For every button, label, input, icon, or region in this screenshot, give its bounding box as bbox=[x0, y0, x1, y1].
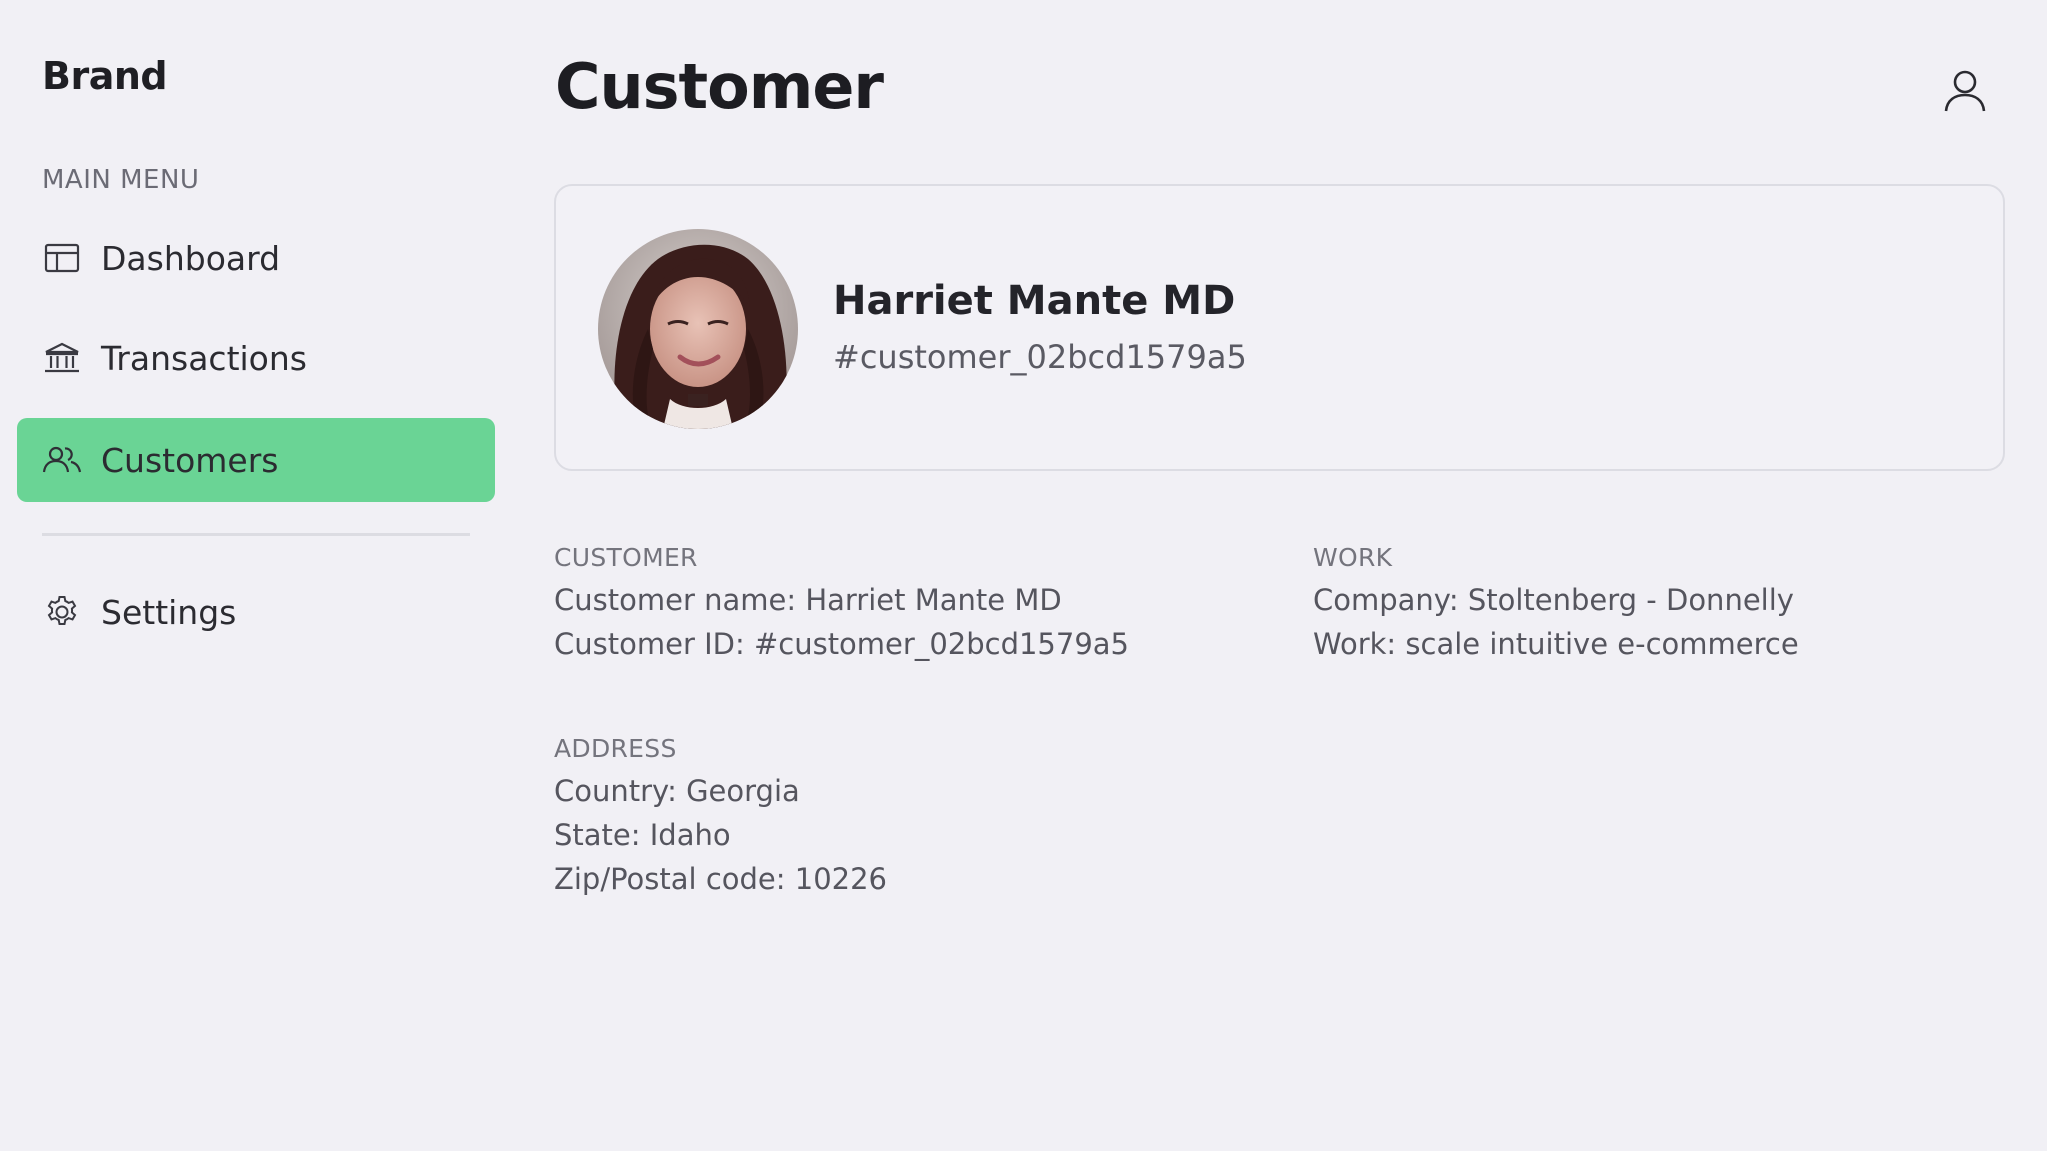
profile-card: Harriet Mante MD #customer_02bcd1579a5 bbox=[554, 184, 2005, 471]
sidebar-divider bbox=[42, 533, 470, 536]
dashboard-icon bbox=[42, 238, 82, 278]
users-icon bbox=[42, 440, 82, 480]
company-line: Company: Stoltenberg - Donnelly bbox=[1313, 583, 1794, 617]
sidebar-item-label: Settings bbox=[101, 592, 237, 632]
customer-avatar bbox=[598, 229, 798, 429]
user-icon[interactable] bbox=[1942, 68, 1988, 114]
sidebar-item-customers[interactable]: Customers bbox=[17, 418, 495, 502]
section-heading: ADDRESS bbox=[554, 734, 677, 763]
sidebar-item-transactions[interactable]: Transactions bbox=[17, 316, 495, 400]
sidebar-item-dashboard[interactable]: Dashboard bbox=[17, 216, 495, 300]
brand-logo[interactable]: Brand bbox=[42, 54, 168, 98]
sidebar-item-label: Transactions bbox=[101, 338, 307, 378]
state-line: State: Idaho bbox=[554, 818, 731, 852]
sidebar: Brand MAIN MENU Dashboard Transactions C… bbox=[0, 0, 520, 1151]
sidebar-item-label: Customers bbox=[101, 440, 279, 480]
customer-name-line: Customer name: Harriet Mante MD bbox=[554, 583, 1062, 617]
gear-icon bbox=[42, 592, 82, 632]
customer-id-line: Customer ID: #customer_02bcd1579a5 bbox=[554, 627, 1130, 661]
customer-id: #customer_02bcd1579a5 bbox=[833, 338, 1247, 376]
main-menu-heading: MAIN MENU bbox=[42, 165, 200, 195]
section-heading: CUSTOMER bbox=[554, 543, 698, 572]
work-line: Work: scale intuitive e-commerce bbox=[1313, 627, 1799, 661]
section-heading: WORK bbox=[1313, 543, 1393, 572]
work-details-section: WORK Company: Stoltenberg - Donnelly Wor… bbox=[1313, 543, 1799, 666]
customer-details-section: CUSTOMER Customer name: Harriet Mante MD… bbox=[554, 543, 1129, 666]
zip-line: Zip/Postal code: 10226 bbox=[554, 862, 888, 896]
address-details-section: ADDRESS Country: Georgia State: Idaho Zi… bbox=[554, 734, 887, 901]
country-line: Country: Georgia bbox=[554, 774, 800, 808]
page-title: Customer bbox=[555, 50, 884, 123]
sidebar-item-settings[interactable]: Settings bbox=[17, 570, 495, 654]
bank-icon bbox=[42, 338, 82, 378]
customer-name: Harriet Mante MD bbox=[833, 278, 1236, 324]
sidebar-item-label: Dashboard bbox=[101, 238, 281, 278]
